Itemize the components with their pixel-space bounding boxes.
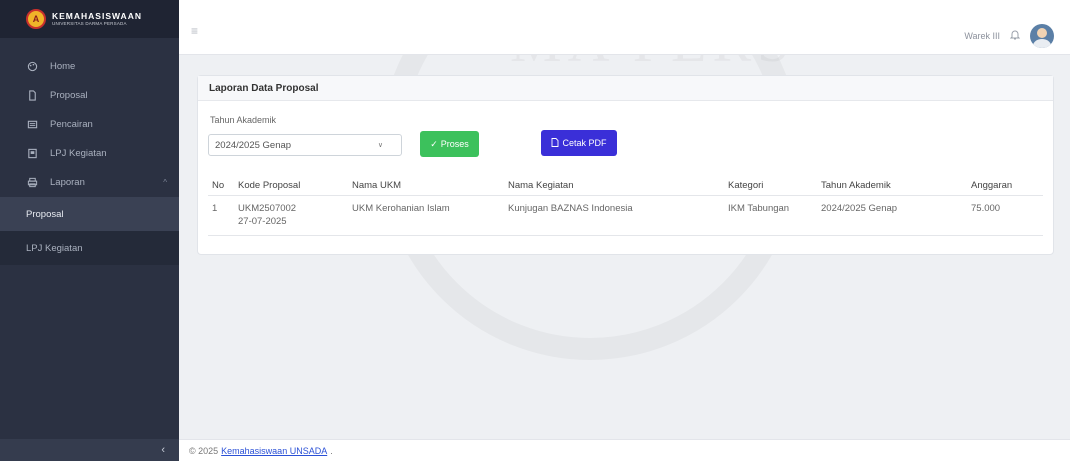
cetak-pdf-button-label: Cetak PDF — [562, 138, 607, 148]
sidebar-item-pencairan[interactable]: Pencairan — [0, 110, 179, 139]
brand[interactable]: A KEMAHASISWAAN UNIVERSITAS DARMA PERSAD… — [0, 0, 179, 38]
proses-button-label: Proses — [440, 139, 469, 149]
submenu-item-proposal[interactable]: Proposal — [0, 197, 179, 231]
sidebar-item-label: LPJ Kegiatan — [50, 148, 107, 159]
cell-tahun-akademik: 2024/2025 Genap — [817, 195, 967, 236]
brand-subtitle: UNIVERSITAS DARMA PERSADA — [52, 21, 127, 26]
clipboard-icon — [26, 148, 38, 160]
proses-button[interactable]: ✓ Proses — [420, 131, 479, 157]
column-header-nama-ukm: Nama UKM — [348, 172, 504, 196]
sidebar-item-label: Proposal — [50, 90, 88, 101]
sidebar-item-label: Pencairan — [50, 119, 93, 130]
chevron-left-icon: ‹ — [161, 444, 165, 456]
file-icon — [26, 90, 38, 102]
chevron-up-icon: ^ — [163, 178, 167, 187]
tahun-akademik-select[interactable]: 2024/2025 Genap ∨ — [208, 134, 402, 156]
tahun-akademik-label: Tahun Akademik — [210, 115, 277, 125]
column-header-anggaran: Anggaran — [967, 172, 1043, 196]
footer-link[interactable]: Kemahasiswaan UNSADA — [221, 446, 327, 456]
sidebar-collapse-button[interactable]: ‹ — [0, 439, 179, 461]
printer-icon — [26, 177, 38, 189]
column-header-no: No — [208, 172, 234, 196]
sidebar-item-home[interactable]: Home — [0, 52, 179, 81]
footer-suffix: . — [330, 445, 333, 456]
page-footer: © 2025 Kemahasiswaan UNSADA. — [179, 439, 1070, 461]
cell-no: 1 — [208, 195, 234, 236]
username[interactable]: Warek III — [964, 31, 1000, 41]
footer-copyright: © 2025 — [189, 445, 219, 456]
cell-kategori: IKM Tabungan — [724, 195, 817, 236]
cell-kode-proposal: UKM2507002 27-07-2025 — [234, 195, 348, 236]
cell-anggaran: 75.000 — [967, 195, 1043, 236]
university-logo-icon: A — [26, 9, 46, 29]
column-header-nama-kegiatan: Nama Kegiatan — [504, 172, 724, 196]
report-card: Laporan Data Proposal Tahun Akademik 202… — [197, 75, 1054, 255]
sidebar-item-lpj-kegiatan[interactable]: LPJ Kegiatan — [0, 139, 179, 168]
cell-nama-ukm: UKM Kerohanian Islam — [348, 195, 504, 236]
kode-proposal-value: UKM2507002 — [238, 203, 297, 214]
sidebar-item-label: Home — [50, 61, 76, 72]
sidebar-menu: Home Proposal Pencairan LPJ Kegiatan Lap… — [0, 38, 179, 197]
sidebar-item-proposal[interactable]: Proposal — [0, 81, 179, 110]
proposal-table: No Kode Proposal Nama UKM Nama Kegiatan … — [208, 172, 1043, 236]
pdf-icon — [551, 137, 559, 149]
chevron-down-icon: ∨ — [377, 142, 383, 149]
column-header-tahun-akademik: Tahun Akademik — [817, 172, 967, 196]
submenu-item-lpj-kegiatan[interactable]: LPJ Kegiatan — [0, 231, 179, 265]
top-header: ≡ Warek III — [179, 0, 1070, 55]
select-value: 2024/2025 Genap — [215, 139, 292, 151]
column-header-kode-proposal: Kode Proposal — [234, 172, 348, 196]
sidebar: A KEMAHASISWAAN UNIVERSITAS DARMA PERSAD… — [0, 0, 179, 461]
sidebar-item-label: Laporan — [50, 177, 85, 188]
cell-nama-kegiatan: Kunjugan BAZNAS Indonesia — [504, 195, 724, 236]
table-row: 1 UKM2507002 27-07-2025 UKM Kerohanian I… — [208, 195, 1043, 236]
hamburger-menu-icon[interactable]: ≡ — [191, 24, 198, 38]
bell-icon[interactable] — [1009, 29, 1021, 43]
table-header-row: No Kode Proposal Nama UKM Nama Kegiatan … — [208, 172, 1043, 196]
card-title: Laporan Data Proposal — [198, 76, 1053, 101]
brand-title: KEMAHASISWAAN — [52, 10, 142, 21]
check-icon: ✓ — [430, 138, 438, 149]
column-header-kategori: Kategori — [724, 172, 817, 196]
wallet-icon — [26, 119, 38, 131]
palette-icon — [26, 61, 38, 73]
laporan-submenu: Proposal LPJ Kegiatan — [0, 197, 179, 265]
proposal-date: 27-07-2025 — [238, 216, 287, 228]
sidebar-item-laporan[interactable]: Laporan ^ — [0, 168, 179, 197]
user-area: Warek III — [964, 24, 1054, 48]
cetak-pdf-button[interactable]: Cetak PDF — [541, 130, 617, 156]
avatar[interactable] — [1030, 24, 1054, 48]
